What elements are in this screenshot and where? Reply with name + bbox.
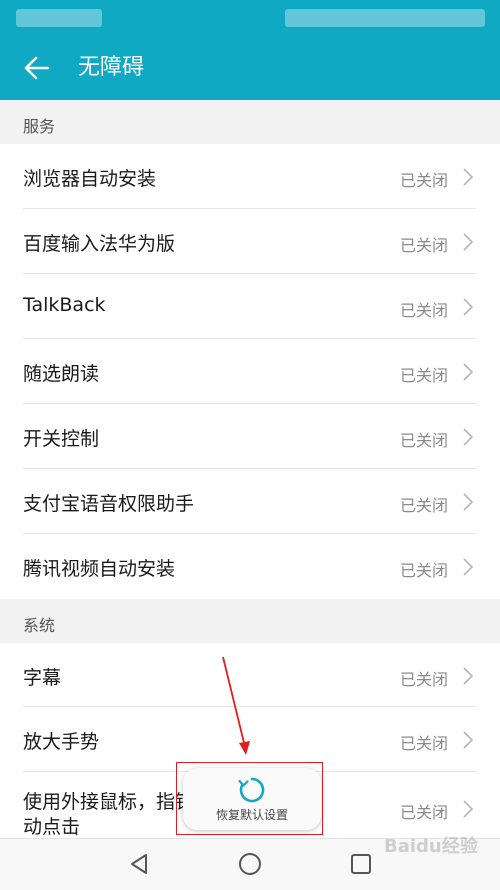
list-item-talkback[interactable]: TalkBack 已关闭 [0, 274, 500, 339]
status-text: 已关闭 [399, 496, 448, 515]
watermark: Baidu经验 [384, 836, 478, 857]
page-title: 无障碍 [78, 55, 145, 80]
chevron-right-icon [463, 233, 474, 251]
status-text: 已关闭 [399, 171, 448, 190]
list-item-baidu-input[interactable]: 百度输入法华为版 已关闭 [0, 209, 500, 274]
app-bar: 无障碍 [0, 36, 500, 100]
chevron-right-icon [463, 558, 474, 576]
status-text: 已关闭 [399, 670, 448, 689]
status-text: 已关闭 [399, 301, 448, 320]
list-item-label-line2: 动点击 [23, 816, 81, 838]
list-item-switch-access[interactable]: 开关控制 已关闭 [0, 404, 500, 469]
list-item-tencent-video-install[interactable]: 腾讯视频自动安装 已关闭 [0, 534, 500, 599]
status-bar-blur-left [16, 9, 102, 27]
status-text: 已关闭 [399, 561, 448, 580]
section-title: 服务 [23, 117, 56, 136]
list-item-label: TalkBack [23, 294, 106, 316]
back-button[interactable] [18, 50, 58, 86]
list-item-label: 支付宝语音权限助手 [23, 493, 195, 515]
chevron-right-icon [463, 667, 474, 685]
status-text: 已关闭 [399, 236, 448, 255]
list-item-label: 开关控制 [23, 428, 100, 450]
chevron-right-icon [463, 363, 474, 381]
chevron-right-icon [463, 493, 474, 511]
list-item-alipay-voice-helper[interactable]: 支付宝语音权限助手 已关闭 [0, 469, 500, 534]
chevron-right-icon [463, 428, 474, 446]
list-item-browser-auto-install[interactable]: 浏览器自动安装 已关闭 [0, 144, 500, 209]
chevron-right-icon [463, 298, 474, 316]
list-item-label: 腾讯视频自动安装 [23, 558, 176, 580]
list-item-label: 字幕 [23, 667, 62, 689]
status-bar [0, 0, 500, 36]
arrow-left-icon [24, 56, 50, 80]
status-text: 已关闭 [399, 734, 448, 753]
list-item-label: 放大手势 [23, 731, 100, 753]
chevron-right-icon [463, 731, 474, 749]
recents-square-icon[interactable] [350, 853, 372, 875]
status-bar-blur-right [285, 9, 485, 27]
status-text: 已关闭 [399, 803, 448, 822]
list-item-select-to-speak[interactable]: 随选朗读 已关闭 [0, 339, 500, 404]
home-circle-icon[interactable] [238, 852, 262, 876]
chevron-right-icon [463, 800, 474, 818]
status-text: 已关闭 [399, 366, 448, 385]
list-item-label: 随选朗读 [23, 363, 100, 385]
status-text: 已关闭 [399, 431, 448, 450]
back-triangle-icon[interactable] [128, 852, 150, 876]
section-header-system: 系统 [0, 599, 500, 643]
list-item-label: 浏览器自动安装 [23, 168, 157, 190]
annotation-arrow-icon [222, 656, 250, 755]
section-header-services: 服务 [0, 100, 500, 144]
chevron-right-icon [463, 168, 474, 186]
section-title: 系统 [23, 616, 56, 635]
annotation-highlight-box [176, 762, 323, 835]
list-item-label: 百度输入法华为版 [23, 233, 176, 255]
